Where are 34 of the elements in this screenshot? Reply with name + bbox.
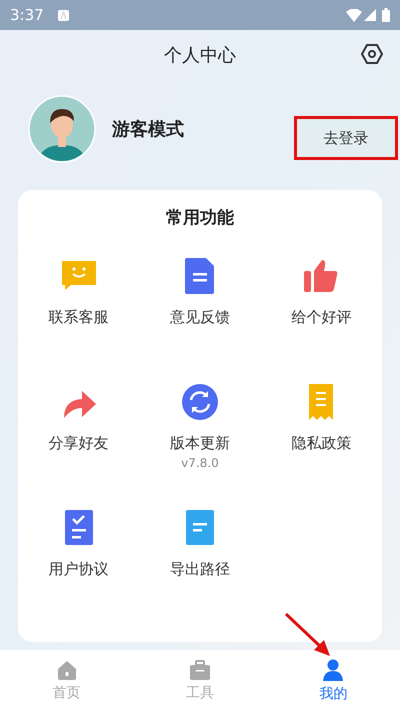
settings-icon[interactable] (360, 42, 384, 66)
function-item[interactable]: 联系客服 (18, 248, 140, 348)
function-item[interactable]: 分享好友 (18, 374, 140, 474)
battery-icon (382, 8, 390, 22)
refresh-icon (180, 382, 220, 422)
briefcase-icon (188, 658, 211, 680)
version-text: v7.8.0 (181, 455, 219, 472)
function-label: 用户协议 (48, 558, 109, 580)
home-icon (56, 658, 78, 680)
function-item[interactable]: 意见反馈 (139, 248, 261, 348)
signal-icon (364, 9, 376, 21)
function-item[interactable]: 用户协议 (18, 500, 140, 600)
function-label: 隐私政策 (291, 432, 352, 454)
avatar-icon (28, 95, 96, 163)
status-time: 3:37 (10, 4, 44, 26)
notification-icon (58, 10, 69, 20)
wifi-icon (346, 8, 362, 22)
function-item[interactable]: 版本更新 v7.8.0 (139, 374, 261, 474)
function-item[interactable]: 给个好评 (260, 248, 382, 348)
function-label: 给个好评 (291, 306, 352, 328)
function-item[interactable]: 隐私政策 (260, 374, 382, 474)
user-name: 游客模式 (112, 118, 184, 142)
function-label: 联系客服 (48, 306, 109, 328)
function-label: 版本更新 (170, 432, 230, 454)
function-label: 导出路径 (170, 558, 230, 580)
page-title: 个人中心 (164, 44, 236, 68)
function-label: 分享好友 (48, 432, 109, 454)
tab-bar-item[interactable]: 我的 (266, 650, 400, 712)
function-item[interactable]: 导出路径 (139, 500, 261, 600)
person-icon (321, 658, 346, 682)
annotation-arrow (284, 612, 332, 658)
login-button[interactable]: 去登录 (294, 116, 398, 160)
section-title: 常用功能 (166, 207, 234, 230)
function-label: 意见反馈 (170, 306, 230, 328)
